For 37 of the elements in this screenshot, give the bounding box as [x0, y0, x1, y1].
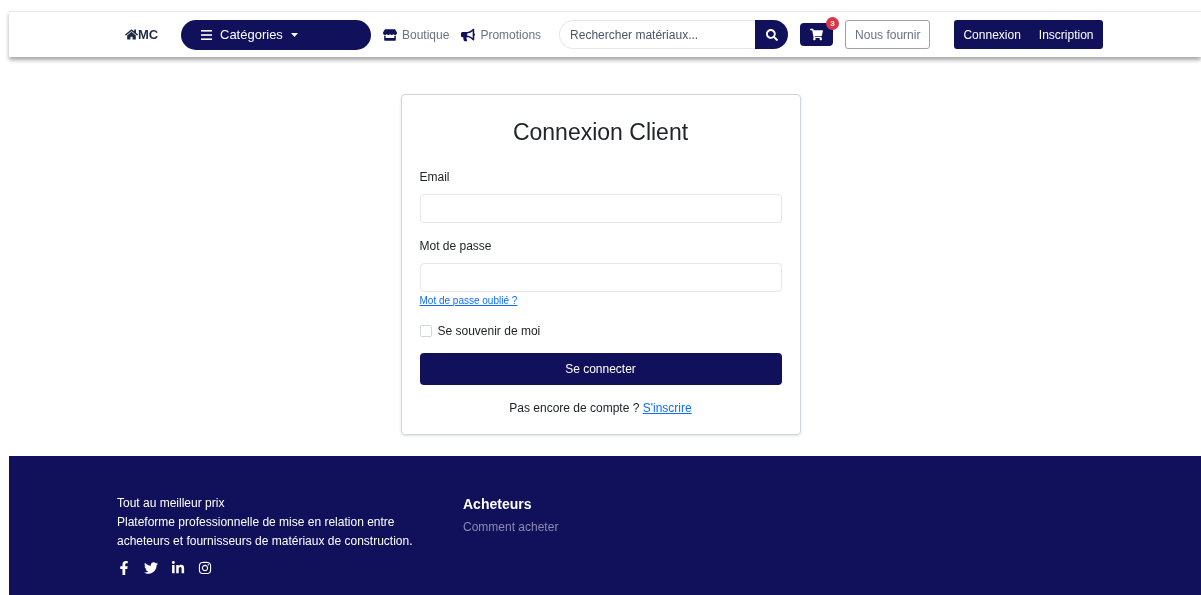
instagram-icon[interactable] — [198, 561, 212, 575]
footer-heading: Acheteurs — [463, 495, 533, 514]
footer-tagline: Tout au meilleur prix — [117, 495, 226, 512]
footer-description: Plateforme professionnelle de mise en relation entre acheteurs et fournisseurs de matériaux de construction. — [117, 514, 414, 550]
search-icon — [765, 28, 778, 41]
supplier-button[interactable]: Nous fournir — [845, 20, 931, 49]
nav-link[interactable]: Promotions — [461, 25, 542, 44]
signup-link[interactable]: S'inscrire — [642, 400, 692, 415]
store-icon — [383, 27, 397, 42]
cart-button[interactable] — [800, 23, 834, 46]
cart-count-badge: 3 — [826, 17, 840, 30]
signup-prompt: Pas encore de compte ? S'inscrire — [508, 399, 693, 417]
remember-label: Se souvenir de moi — [437, 322, 541, 340]
auth-link[interactable]: Connexion — [963, 25, 1021, 44]
logo[interactable]: MC — [138, 24, 159, 45]
login-button[interactable]: Se connecter — [419, 352, 782, 385]
menu-icon — [201, 29, 212, 40]
auth-link[interactable]: Inscription — [1038, 25, 1094, 44]
field-label: Email — [419, 168, 451, 186]
cart-icon — [810, 28, 824, 41]
linkedin-icon[interactable] — [171, 561, 185, 575]
categories-button[interactable]: Catégories — [181, 19, 371, 50]
login-title: Connexion Client — [511, 118, 690, 147]
search-field[interactable]: Rechercher matériaux... — [559, 20, 756, 49]
input-field[interactable] — [419, 193, 782, 223]
remember-checkbox[interactable] — [419, 324, 432, 337]
nav-link[interactable]: Boutique — [383, 25, 450, 44]
facebook-icon[interactable] — [117, 561, 131, 575]
megaphone-icon — [461, 27, 476, 42]
twitter-icon[interactable] — [144, 561, 158, 575]
forgot-password-link[interactable]: Mot de passe oublié ? — [419, 292, 518, 308]
footer-link[interactable]: Comment acheter — [463, 518, 559, 536]
house-icon — [125, 28, 138, 41]
field-label: Mot de passe — [419, 237, 493, 255]
input-field[interactable] — [419, 262, 782, 292]
caret-icon — [290, 32, 298, 37]
search-button[interactable] — [755, 20, 789, 49]
